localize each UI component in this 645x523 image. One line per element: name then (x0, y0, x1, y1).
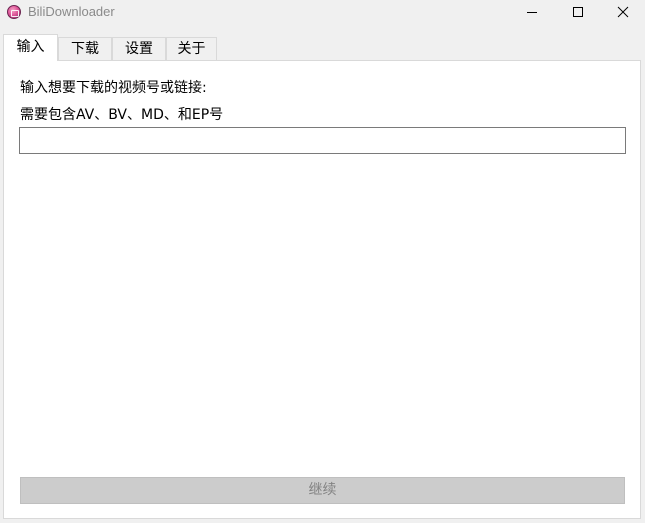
tab-settings[interactable]: 设置 (112, 37, 166, 60)
minimize-icon (527, 12, 537, 13)
maximize-button[interactable] (556, 0, 600, 24)
tab-about[interactable]: 关于 (166, 37, 217, 60)
hint-label: 需要包含AV、BV、MD、和EP号 (20, 107, 224, 123)
title-bar[interactable]: BiliDownloader (0, 0, 645, 24)
tab-download[interactable]: 下载 (58, 37, 112, 60)
minimize-button[interactable] (510, 0, 554, 24)
close-icon (617, 6, 629, 18)
maximize-icon (573, 7, 583, 17)
continue-button[interactable]: 继续 (20, 477, 625, 504)
input-tab-panel: 输入想要下载的视频号或链接: 需要包含AV、BV、MD、和EP号 继续 (3, 60, 641, 519)
video-id-input[interactable] (19, 127, 626, 154)
close-button[interactable] (601, 0, 645, 24)
window-title: BiliDownloader (28, 4, 115, 19)
prompt-label: 输入想要下载的视频号或链接: (20, 80, 207, 96)
app-icon (7, 5, 21, 19)
app-window: BiliDownloader 输入 下载 设置 关于 输入想要下载的视频号或链接… (0, 0, 645, 523)
tab-input[interactable]: 输入 (3, 34, 58, 61)
